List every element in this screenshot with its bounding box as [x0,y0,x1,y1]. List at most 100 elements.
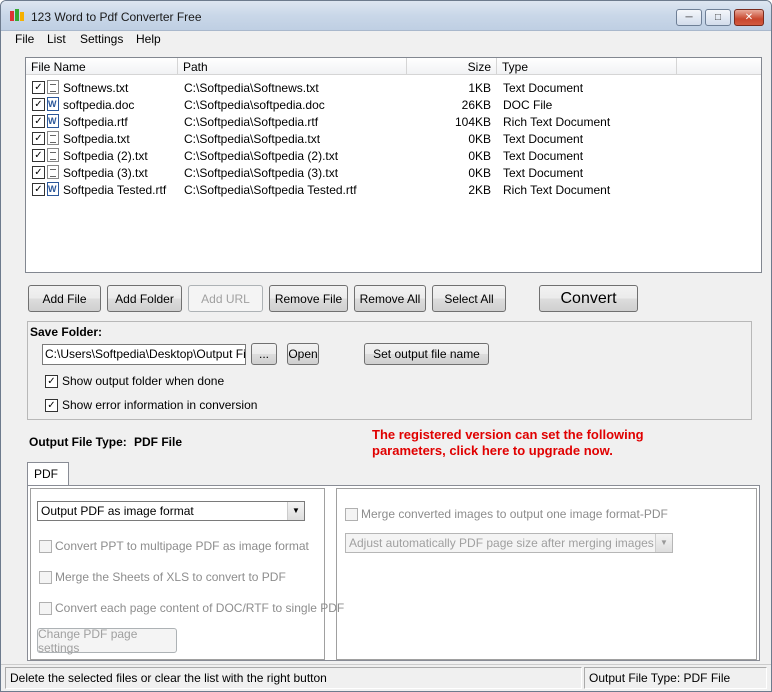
cell-file-name: Softpedia (3).txt [63,166,148,180]
save-folder-group: Save Folder: C:\Users\Softpedia\Desktop\… [27,321,752,420]
show-output-folder-checkbox[interactable]: ✓ [45,375,58,388]
table-row[interactable]: ✓ Softpedia (2).txt C:\Softpedia\Softped… [26,147,761,164]
cell-path: C:\Softpedia\Softpedia (2).txt [184,149,339,163]
row-checkbox[interactable]: ✓ [32,81,45,94]
close-icon: ✕ [744,12,754,23]
app-icon [10,9,24,21]
status-output-type-label: Output File Type: [589,671,681,685]
status-bar: Delete the selected files or clear the l… [1,664,771,691]
cell-path: C:\Softpedia\Softnews.txt [184,81,319,95]
pdf-format-select[interactable]: Output PDF as image format ▼ [37,501,305,521]
menu-bar: File List Settings Help [1,31,771,49]
status-hint: Delete the selected files or clear the l… [5,667,582,689]
column-header-path[interactable]: Path [178,58,407,75]
add-url-button[interactable]: Add URL [188,285,263,312]
word-document-icon [47,182,59,196]
row-checkbox[interactable]: ✓ [32,98,45,111]
show-error-info-checkbox[interactable]: ✓ [45,399,58,412]
chevron-down-icon: ▼ [655,534,672,552]
remove-all-button[interactable]: Remove All [354,285,426,312]
column-header-type[interactable]: Type [497,58,677,75]
row-checkbox[interactable]: ✓ [32,166,45,179]
output-file-type-label: Output File Type: [29,435,127,449]
row-checkbox[interactable]: ✓ [32,149,45,162]
cell-file-name: softpedia.doc [63,98,135,112]
output-file-type-value: PDF File [134,435,183,449]
pdf-options-right-group: Merge converted images to output one ima… [336,488,757,660]
row-checkbox[interactable]: ✓ [32,132,45,145]
upgrade-link[interactable]: The registered version can set the follo… [372,427,702,459]
column-header-file-name[interactable]: File Name [26,58,178,75]
save-folder-path-field[interactable]: C:\Users\Softpedia\Desktop\Output Files [42,344,246,365]
convert-ppt-label: Convert PPT to multipage PDF as image fo… [55,539,309,553]
cell-type: Text Document [503,81,584,95]
row-checkbox[interactable]: ✓ [32,115,45,128]
table-row[interactable]: ✓ Softpedia.rtf C:\Softpedia\Softpedia.r… [26,113,761,130]
table-row[interactable]: ✓ Softpedia.txt C:\Softpedia\Softpedia.t… [26,130,761,147]
title-bar[interactable]: 123 Word to Pdf Converter Free ─ □ ✕ [1,1,771,31]
column-header-size[interactable]: Size [407,58,497,75]
minimize-button[interactable]: ─ [676,9,702,26]
cell-file-name: Softpedia (2).txt [63,149,148,163]
cell-path: C:\Softpedia\softpedia.doc [184,98,325,112]
cell-path: C:\Softpedia\Softpedia.txt [184,132,321,146]
app-window: 123 Word to Pdf Converter Free ─ □ ✕ Fil… [0,0,772,692]
pdf-tab-panel: Output PDF as image format ▼ Convert PPT… [27,485,760,661]
adjust-page-size-select[interactable]: Adjust automatically PDF page size after… [345,533,673,553]
cell-size: 2KB [468,183,491,197]
menu-list[interactable]: List [47,32,66,46]
close-button[interactable]: ✕ [734,9,764,26]
tab-pdf[interactable]: PDF [27,462,69,486]
cell-size: 26KB [461,98,491,112]
change-pdf-page-settings-button[interactable]: Change PDF page settings [37,627,177,655]
open-folder-button[interactable]: Open [287,343,319,365]
convert-ppt-checkbox[interactable] [39,540,52,553]
cell-type: DOC File [503,98,553,112]
maximize-icon: □ [714,12,722,23]
text-file-icon [47,165,59,179]
word-document-icon [47,97,59,111]
file-list[interactable]: File Name Path Size Type ✓ Softnews.txt … [25,57,762,273]
cell-size: 104KB [454,115,491,129]
cell-path: C:\Softpedia\Softpedia (3).txt [184,166,339,180]
convert-button[interactable]: Convert [539,285,638,312]
cell-size: 0KB [468,149,491,163]
show-error-info-label: Show error information in conversion [62,398,258,412]
remove-file-button[interactable]: Remove File [269,285,348,312]
convert-each-page-checkbox[interactable] [39,602,52,615]
list-header: File Name Path Size Type [26,58,761,75]
cell-path: C:\Softpedia\Softpedia.rtf [184,115,319,129]
cell-size: 0KB [468,166,491,180]
table-row[interactable]: ✓ Softpedia Tested.rtf C:\Softpedia\Soft… [26,181,761,198]
menu-settings[interactable]: Settings [80,32,123,46]
browse-folder-button[interactable]: ... [251,343,277,365]
cell-file-name: Softpedia.rtf [63,115,128,129]
menu-file[interactable]: File [15,32,34,46]
minimize-icon: ─ [685,12,693,23]
menu-help[interactable]: Help [136,32,161,46]
table-row[interactable]: ✓ softpedia.doc C:\Softpedia\softpedia.d… [26,96,761,113]
select-all-button[interactable]: Select All [432,285,506,312]
table-row[interactable]: ✓ Softpedia (3).txt C:\Softpedia\Softped… [26,164,761,181]
pdf-options-left-group: Output PDF as image format ▼ Convert PPT… [30,488,344,660]
convert-each-page-label: Convert each page content of DOC/RTF to … [55,601,345,615]
merge-xls-checkbox[interactable] [39,571,52,584]
add-file-button[interactable]: Add File [28,285,101,312]
merge-images-checkbox[interactable] [345,508,358,521]
cell-file-name: Softpedia Tested.rtf [63,183,167,197]
maximize-button[interactable]: □ [705,9,731,26]
show-output-folder-label: Show output folder when done [62,374,225,388]
cell-path: C:\Softpedia\Softpedia Tested.rtf [184,183,357,197]
pdf-format-select-value: Output PDF as image format [41,504,194,518]
merge-xls-label: Merge the Sheets of XLS to convert to PD… [55,570,286,584]
set-output-file-name-button[interactable]: Set output file name [364,343,489,365]
cell-type: Text Document [503,149,584,163]
add-folder-button[interactable]: Add Folder [107,285,182,312]
cell-type: Rich Text Document [503,183,611,197]
text-file-icon [47,80,59,94]
status-output-type: Output File Type: PDF File [584,667,767,689]
row-checkbox[interactable]: ✓ [32,183,45,196]
table-row[interactable]: ✓ Softnews.txt C:\Softpedia\Softnews.txt… [26,79,761,96]
chevron-down-icon: ▼ [287,502,304,520]
save-folder-label: Save Folder: [30,325,103,339]
